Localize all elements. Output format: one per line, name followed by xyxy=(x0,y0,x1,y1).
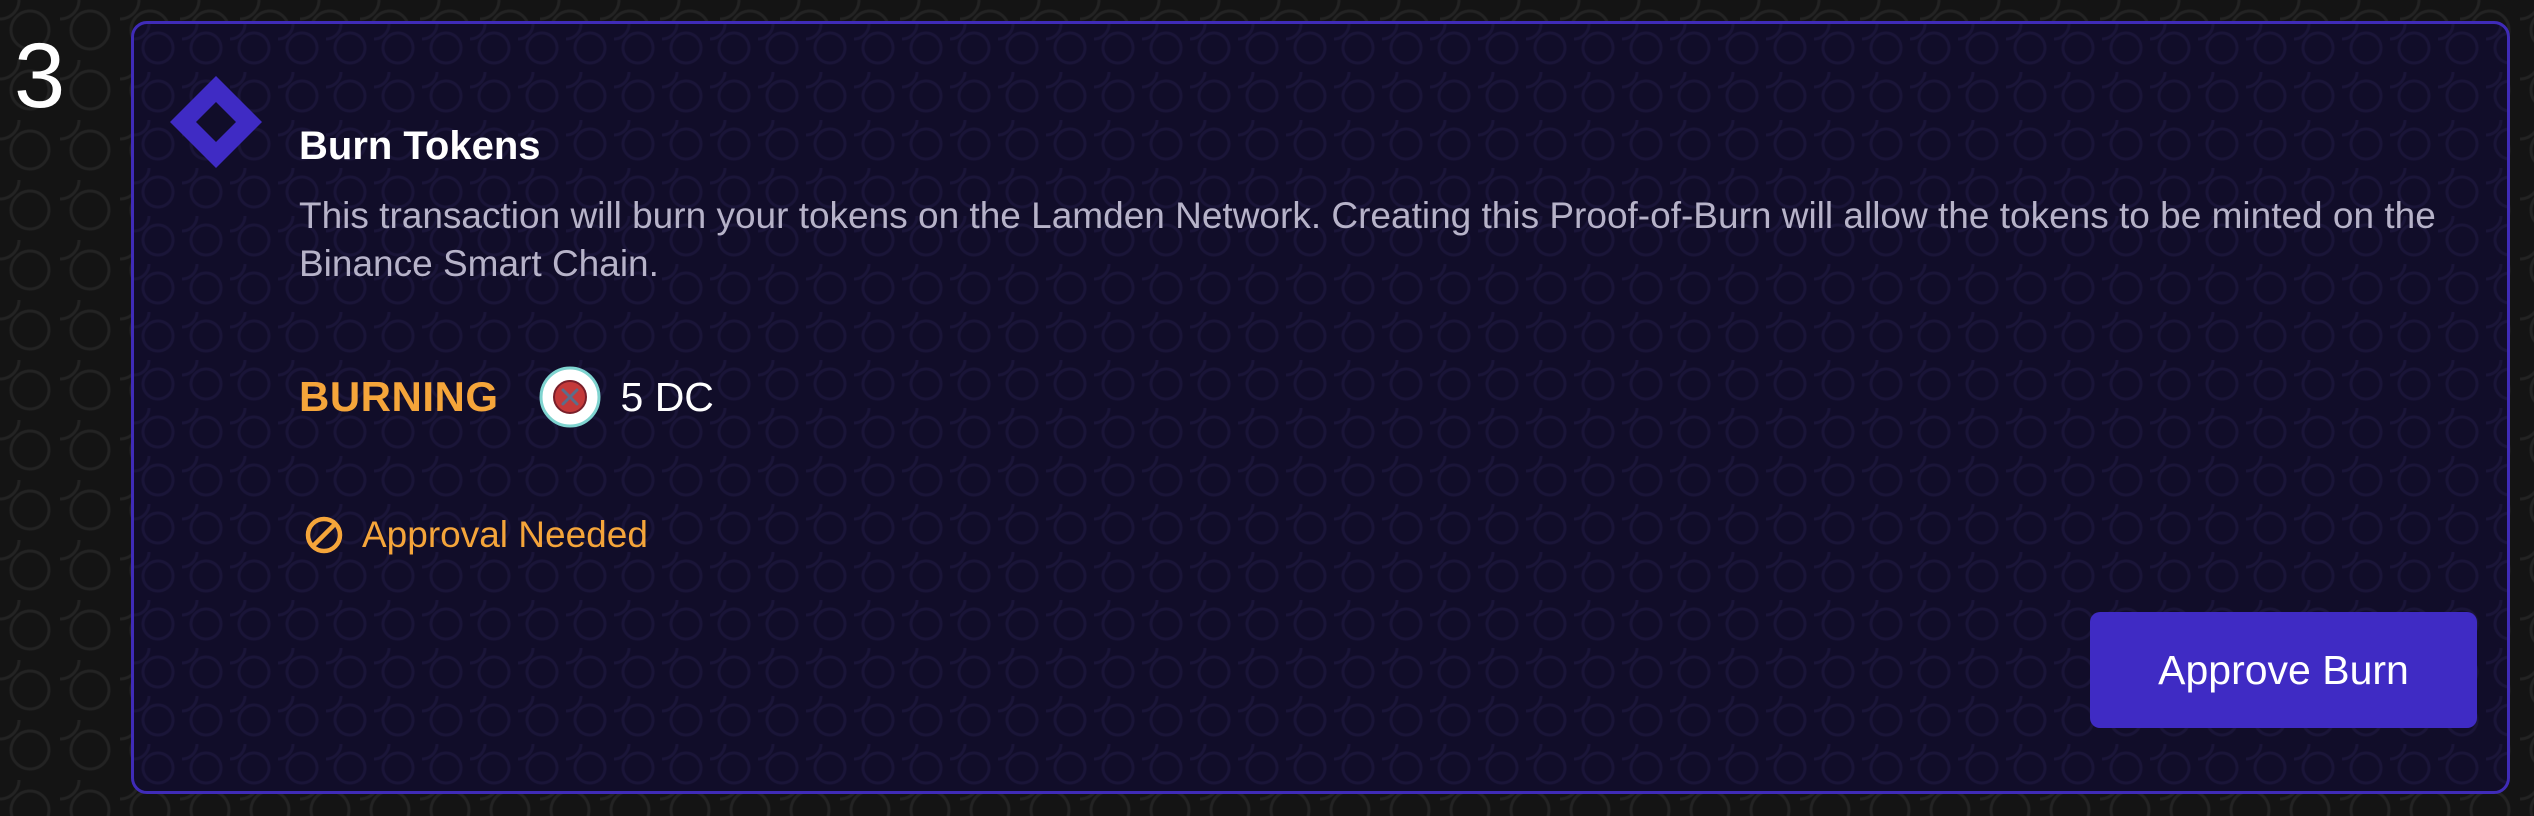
ban-icon xyxy=(305,516,343,554)
token-amount: 5 DC xyxy=(620,373,714,420)
card-description: This transaction will burn your tokens o… xyxy=(299,195,2436,284)
step-number: 3 xyxy=(14,25,66,127)
card-title: Burn Tokens xyxy=(299,124,541,168)
burning-label: BURNING xyxy=(299,373,499,420)
approval-status: Approval Needed xyxy=(304,514,648,556)
burning-row: BURNING 5 DC xyxy=(299,364,714,430)
approval-status-text: Approval Needed xyxy=(362,514,648,555)
burn-tokens-card: Burn Tokens This transaction will burn y… xyxy=(131,21,2510,794)
token-logo-icon xyxy=(539,366,600,428)
diamond-icon xyxy=(170,76,262,168)
approve-burn-button[interactable]: Approve Burn xyxy=(2090,612,2477,728)
